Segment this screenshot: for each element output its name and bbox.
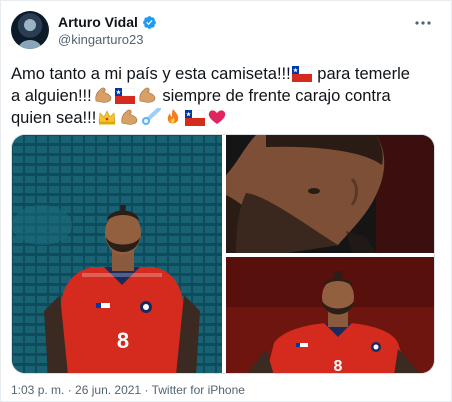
verified-badge-icon bbox=[142, 15, 157, 30]
tweet-text-fragment: Amo tanto a mi país y esta camiseta!!! bbox=[11, 65, 291, 83]
tweet-text-fragment: a alguien!!! bbox=[11, 87, 92, 105]
avatar[interactable] bbox=[11, 11, 49, 49]
tweet-header: Arturo Vidal @kingarturo23 bbox=[11, 9, 443, 49]
fire-icon bbox=[163, 108, 183, 126]
tweet-card: Arturo Vidal @kingarturo23 Amo tanto a m… bbox=[0, 0, 452, 402]
display-name[interactable]: Arturo Vidal bbox=[58, 14, 138, 30]
tweet-date[interactable]: 26 jun. 2021 bbox=[75, 383, 141, 397]
separator: · bbox=[141, 383, 152, 397]
photo-vidal-closeup-profile[interactable] bbox=[226, 135, 434, 253]
crown-icon bbox=[97, 108, 117, 126]
tweet-metadata: 1:03 p. m. · 26 jun. 2021 · Twitter for … bbox=[11, 383, 245, 397]
media-grid: 8 8 bbox=[11, 134, 435, 374]
tweet-text: Amo tanto a mi país y esta camiseta!!! p… bbox=[11, 63, 441, 129]
user-handle[interactable]: @kingarturo23 bbox=[58, 32, 143, 47]
red-heart-icon bbox=[207, 108, 227, 126]
comet-icon bbox=[141, 107, 162, 126]
more-options-icon[interactable] bbox=[411, 13, 435, 33]
separator: · bbox=[64, 383, 76, 397]
chile-flag-icon bbox=[114, 87, 135, 106]
tweet-text-line-3: quien sea!!! bbox=[11, 107, 441, 129]
flexed-biceps-icon bbox=[119, 108, 139, 126]
chile-flag-icon bbox=[185, 109, 206, 128]
tweet-text-fragment: siempre de frente carajo contra bbox=[157, 87, 391, 105]
tweet-text-line-2: a alguien!!! siempre de frente carajo co… bbox=[11, 85, 441, 107]
tweet-text-fragment: quien sea!!! bbox=[11, 109, 97, 127]
chile-flag-icon bbox=[291, 65, 312, 84]
tweet-time[interactable]: 1:03 p. m. bbox=[11, 383, 64, 397]
photo-vidal-stadium-anthem[interactable]: 8 bbox=[12, 135, 222, 373]
flexed-biceps-icon bbox=[93, 86, 113, 104]
tweet-text-line-1: Amo tanto a mi país y esta camiseta!!! p… bbox=[11, 63, 441, 85]
tweet-text-fragment: para temerle bbox=[312, 65, 410, 83]
svg-text:8: 8 bbox=[334, 358, 343, 374]
svg-text:8: 8 bbox=[117, 328, 129, 353]
tweet-source[interactable]: Twitter for iPhone bbox=[152, 383, 245, 397]
flexed-biceps-icon bbox=[137, 86, 157, 104]
name-row: Arturo Vidal bbox=[58, 14, 157, 30]
photo-vidal-red-jersey[interactable]: 8 bbox=[226, 257, 434, 374]
